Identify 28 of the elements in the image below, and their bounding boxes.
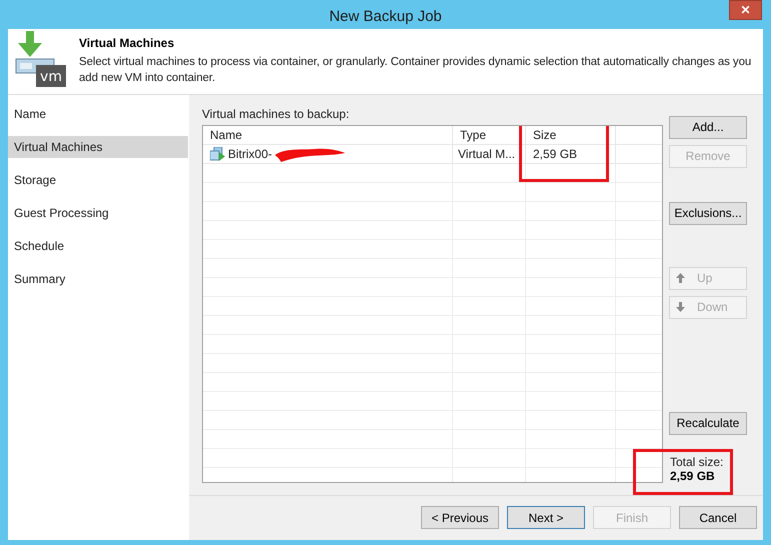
header-title: Virtual Machines	[79, 34, 176, 52]
column-header[interactable]: Size	[526, 126, 616, 144]
push-button[interactable]: Cancel	[679, 506, 757, 529]
table-label: Virtual machines to backup:	[202, 106, 350, 122]
sidebar-item[interactable]: Name	[8, 102, 188, 124]
total-size-label: Total size:	[670, 454, 724, 468]
recalculate-button[interactable]: Recalculate	[669, 412, 747, 434]
column-header[interactable]: Type	[453, 126, 526, 144]
down-arrow-icon	[676, 302, 685, 312]
push-button[interactable]: Add...	[669, 116, 747, 138]
up-arrow-icon	[676, 273, 685, 283]
window-title: New Backup Job	[329, 7, 442, 27]
push-button[interactable]: < Previous	[421, 506, 499, 529]
push-button[interactable]: Next >	[507, 506, 585, 529]
close-button[interactable]: ✕	[729, 0, 762, 20]
table-cell: 2,59 GB	[526, 144, 616, 162]
sidebar-item[interactable]: Virtual Machines	[8, 136, 188, 158]
total-size-value: 2,59 GB	[670, 468, 716, 482]
vm-icon	[210, 146, 225, 160]
table-cell-text: Bitrix00-	[228, 146, 272, 162]
column-header[interactable]: Name	[203, 126, 453, 144]
table-cell: Virtual M...	[453, 144, 526, 162]
sidebar-item[interactable]: Guest Processing	[8, 202, 188, 224]
push-button[interactable]: Exclusions...	[669, 202, 747, 224]
sidebar-item[interactable]: Summary	[8, 268, 188, 290]
header-description: Select virtual machines to process via container, or granularly. Container provides dynamic selection that automatically changes as you add new VM into container.	[79, 54, 752, 86]
sidebar-item[interactable]: Storage	[8, 168, 188, 190]
sidebar-item[interactable]: Schedule	[8, 234, 188, 256]
